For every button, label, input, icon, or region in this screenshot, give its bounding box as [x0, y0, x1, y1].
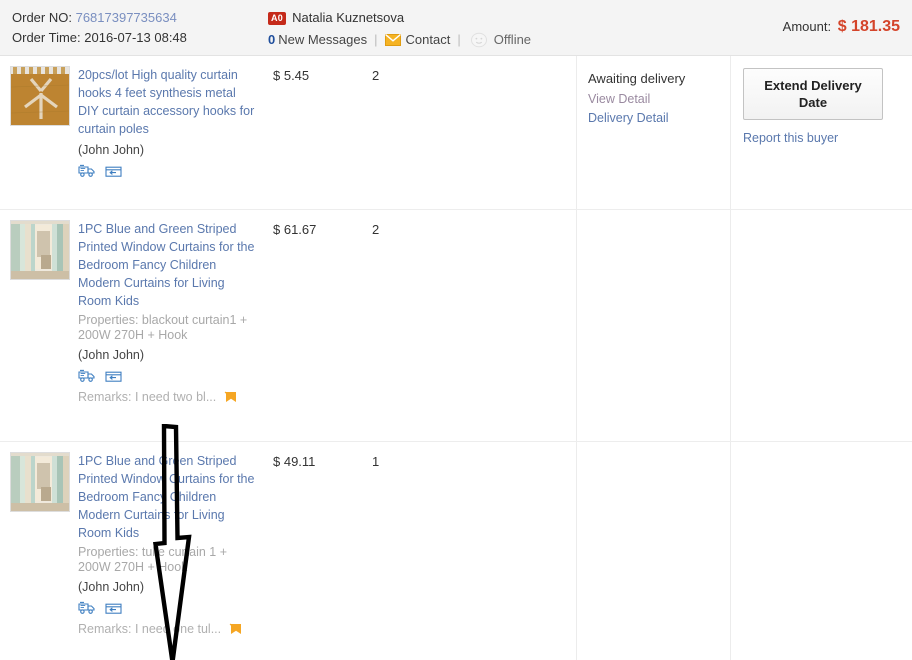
action-cell: Extend Delivery Date Report this buyer: [730, 56, 912, 209]
quantity-cell: 1: [360, 442, 576, 660]
product-seller: (John John): [78, 143, 145, 157]
order-number-label: Order NO:: [12, 10, 72, 25]
buyer-info: A0 Natalia Kuznetsova 0 New Messages | C…: [268, 8, 531, 50]
smiley-offline-icon: [470, 32, 488, 48]
return-box-icon[interactable]: [105, 164, 122, 178]
product-icon-row: [78, 601, 259, 615]
product-icon-row: [78, 164, 259, 178]
order-time-line: Order Time: 2016-07-13 08:48: [12, 28, 187, 48]
product-thumbnail[interactable]: [10, 452, 70, 512]
product-info: 1PC Blue and Green Striped Printed Windo…: [78, 452, 259, 650]
contact-link[interactable]: Contact: [406, 30, 451, 50]
status-cell: Awaiting delivery View Detail Delivery D…: [576, 56, 730, 209]
extend-delivery-date-button[interactable]: Extend Delivery Date: [743, 68, 883, 120]
envelope-icon: [384, 34, 401, 46]
unit-price: $ 49.11: [273, 454, 316, 469]
quantity-cell: 2: [360, 56, 576, 209]
separator-2: |: [457, 32, 461, 47]
product-info: 20pcs/lot High quality curtain hooks 4 f…: [78, 66, 259, 199]
unit-price: $ 5.45: [273, 68, 310, 83]
price-cell: $ 61.67: [265, 210, 360, 441]
remark-flag-icon[interactable]: [229, 622, 243, 636]
order-items-table: 20pcs/lot High quality curtain hooks 4 f…: [0, 56, 912, 660]
quantity-value: 1: [372, 454, 380, 469]
shipping-truck-icon[interactable]: [78, 164, 96, 178]
amount-value: $ 181.35: [837, 18, 900, 35]
product-seller: (John John): [78, 348, 145, 362]
product-info: 1PC Blue and Green Striped Printed Windo…: [78, 220, 259, 431]
separator-1: |: [374, 32, 378, 47]
remark-flag-icon[interactable]: [224, 390, 238, 404]
action-cell: [730, 442, 912, 660]
product-cell: 1PC Blue and Green Striped Printed Windo…: [0, 442, 265, 660]
product-thumbnail[interactable]: [10, 220, 70, 280]
product-title-link[interactable]: 20pcs/lot High quality curtain hooks 4 f…: [78, 66, 259, 138]
order-detail-page: Order NO: 76817397735634 Order Time: 201…: [0, 0, 912, 660]
status-cell: [576, 442, 730, 660]
product-remarks: Remarks: I need one tul...: [78, 621, 259, 637]
status-badge: Awaiting delivery: [588, 71, 686, 86]
delivery-detail-link[interactable]: Delivery Detail: [588, 110, 722, 126]
order-header: Order NO: 76817397735634 Order Time: 201…: [0, 0, 912, 56]
new-messages-label[interactable]: New Messages: [278, 30, 367, 50]
price-cell: $ 49.11: [265, 442, 360, 660]
online-status-text: Offline: [493, 32, 532, 47]
table-row: 1PC Blue and Green Striped Printed Windo…: [0, 442, 912, 660]
shipping-truck-icon[interactable]: [78, 601, 96, 615]
return-box-icon[interactable]: [105, 369, 122, 383]
remarks-text: Remarks: I need two bl...: [78, 390, 217, 404]
product-title-link[interactable]: 1PC Blue and Green Striped Printed Windo…: [78, 452, 259, 542]
table-row: 20pcs/lot High quality curtain hooks 4 f…: [0, 56, 912, 210]
order-number-value[interactable]: 76817397735634: [76, 10, 177, 25]
order-time-value: 2016-07-13 08:48: [84, 30, 187, 45]
product-cell: 20pcs/lot High quality curtain hooks 4 f…: [0, 56, 265, 209]
product-icon-row: [78, 369, 259, 383]
action-cell: [730, 210, 912, 441]
quantity-cell: 2: [360, 210, 576, 441]
report-buyer-link[interactable]: Report this buyer: [743, 131, 838, 145]
product-properties: Properties: blackout curtain1 + 200W 270…: [78, 313, 248, 342]
buyer-rank-badge: A0: [268, 11, 287, 25]
unit-price: $ 61.67: [273, 222, 317, 237]
amount-label: Amount:: [782, 19, 832, 34]
product-thumbnail[interactable]: [10, 66, 70, 126]
return-box-icon[interactable]: [105, 601, 122, 615]
view-detail-link[interactable]: View Detail: [588, 91, 722, 107]
product-title-link[interactable]: 1PC Blue and Green Striped Printed Windo…: [78, 220, 259, 310]
product-properties: Properties: tulle curtain 1 + 200W 270H …: [78, 545, 228, 574]
product-cell: 1PC Blue and Green Striped Printed Windo…: [0, 210, 265, 441]
order-time-label: Order Time:: [12, 30, 81, 45]
quantity-value: 2: [372, 222, 380, 237]
shipping-truck-icon[interactable]: [78, 369, 96, 383]
price-cell: $ 5.45: [265, 56, 360, 209]
order-number-line: Order NO: 76817397735634: [12, 8, 187, 28]
order-amount: Amount: $ 181.35: [783, 18, 900, 36]
buyer-name[interactable]: Natalia Kuznetsova: [292, 8, 404, 28]
status-cell: [576, 210, 730, 441]
buyer-name-row: A0 Natalia Kuznetsova: [268, 8, 531, 28]
order-meta: Order NO: 76817397735634 Order Time: 201…: [12, 8, 187, 48]
product-seller: (John John): [78, 580, 145, 594]
new-messages-count: 0: [268, 32, 276, 47]
table-row: 1PC Blue and Green Striped Printed Windo…: [0, 210, 912, 442]
quantity-value: 2: [372, 68, 380, 83]
product-remarks: Remarks: I need two bl...: [78, 389, 259, 405]
buyer-contact-row: 0 New Messages | Contact | Offline: [268, 30, 531, 50]
remarks-text: Remarks: I need one tul...: [78, 622, 222, 636]
